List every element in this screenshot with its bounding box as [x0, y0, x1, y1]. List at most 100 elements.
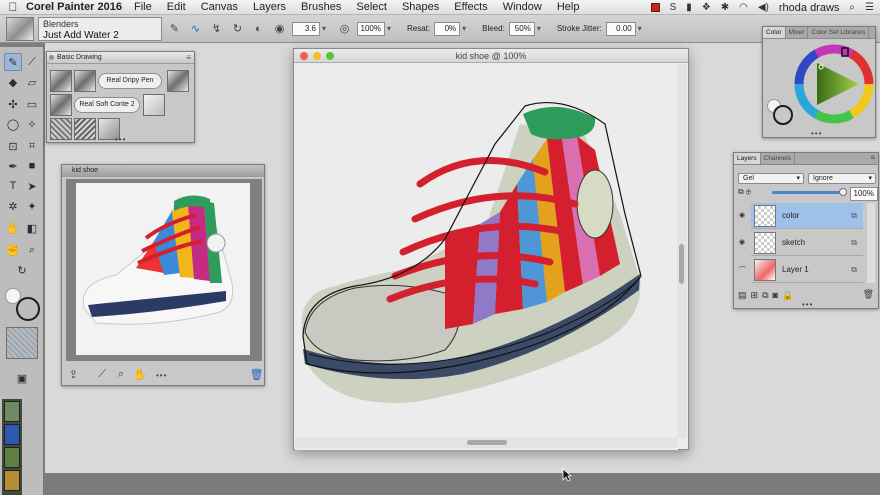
dab-preview-icon[interactable]: ◐ [250, 20, 267, 37]
eye-icon[interactable]: ◉ [739, 238, 745, 246]
app-menu[interactable]: Corel Painter 2016 [26, 1, 122, 13]
horizontal-scroll-thumb[interactable] [467, 440, 507, 445]
rectangular-selection-tool-icon[interactable]: ▭ [23, 95, 41, 113]
rectangle-shape-tool-icon[interactable]: ■ [23, 157, 41, 175]
palette-grip-icon[interactable]: ••• [115, 135, 126, 144]
reference-zoom-icon[interactable]: ⌕ [114, 366, 129, 383]
eye-icon[interactable]: ◉ [739, 211, 745, 219]
media-thumb-1[interactable] [4, 401, 20, 422]
resat-field[interactable]: 0% [434, 21, 461, 36]
layer-mask-icon[interactable]: ◙ [773, 290, 782, 300]
brush-thumb-4[interactable] [50, 94, 72, 116]
brush-size-field[interactable]: 3.6 [292, 21, 320, 36]
tab-channels[interactable]: Channels [761, 153, 795, 164]
opacity-slider-toggle[interactable]: ▾ [387, 24, 397, 33]
layer-row-color[interactable]: color ⧉ [751, 203, 863, 229]
layer-row-layer-1[interactable]: Layer 1 ⧉ [751, 257, 863, 283]
brush-thumb-6[interactable] [50, 118, 72, 140]
battery-icon[interactable]: ▮ [686, 2, 692, 13]
new-group-icon[interactable]: ⧉ [762, 290, 772, 300]
pen-tool-icon[interactable]: ✒ [4, 157, 22, 175]
tab-mixer[interactable]: Mixer [786, 27, 809, 38]
brush-thumb-5[interactable] [143, 94, 165, 116]
brush-tracking-icon[interactable]: ✎ [166, 20, 183, 37]
rotate-page-tool-icon[interactable]: ↻ [13, 261, 31, 279]
brush-thumb-2[interactable] [74, 70, 96, 92]
layers-menu-icon[interactable]: ≡ [870, 153, 875, 162]
reference-trash-icon[interactable]: 🗑 [249, 366, 264, 383]
dodge-tool-icon[interactable]: ✋ [4, 219, 22, 237]
magic-wand-tool-icon[interactable]: ✧ [23, 115, 41, 133]
eraser-tool-icon[interactable]: ▱ [23, 73, 41, 91]
window-close-icon[interactable] [300, 52, 308, 60]
menu-shapes[interactable]: Shapes [402, 1, 439, 13]
color-wheel[interactable] [793, 43, 875, 125]
basic-drawing-titlebar[interactable]: Basic Drawing ≡ [47, 52, 194, 64]
document-horizontal-scrollbar[interactable] [295, 438, 678, 448]
rubber-stamp-tool-icon[interactable]: ✦ [23, 197, 41, 215]
media-thumb-2[interactable] [4, 424, 20, 445]
apple-menu-icon[interactable]:  [0, 0, 26, 14]
volume-icon[interactable]: ◀) [758, 2, 769, 13]
opacity-slider-knob[interactable] [839, 188, 847, 196]
brush-thumb-7[interactable] [74, 118, 96, 140]
s-status-icon[interactable]: S [670, 2, 677, 13]
tab-color[interactable]: Color [763, 27, 786, 38]
menu-brushes[interactable]: Brushes [301, 1, 341, 13]
lock-layer-icon[interactable]: 🔒 [782, 290, 797, 300]
tab-layers[interactable]: Layers [734, 153, 761, 164]
reference-dropper-icon[interactable]: ⟋ [95, 366, 110, 383]
layers-grip-icon[interactable]: ••• [802, 300, 813, 309]
eye-hidden-icon[interactable]: ⌒ [739, 265, 746, 275]
reset-tool-icon[interactable]: ↻ [229, 20, 246, 37]
window-zoom-icon[interactable] [326, 52, 334, 60]
straight-line-icon[interactable]: ↯ [208, 20, 225, 37]
brush-selector[interactable]: Blenders Just Add Water 2 [38, 16, 162, 41]
menu-select[interactable]: Select [356, 1, 387, 13]
drawing-canvas[interactable] [295, 64, 678, 450]
bleed-slider-toggle[interactable]: ▾ [537, 24, 547, 33]
reference-image[interactable] [76, 183, 250, 355]
wifi-icon[interactable]: ◠ [739, 2, 748, 13]
palette-close-icon[interactable] [49, 55, 54, 60]
main-color-swatch[interactable] [773, 105, 793, 125]
clone-tool-icon[interactable]: ✲ [4, 197, 22, 215]
burn-tool-icon[interactable]: ◧ [23, 219, 41, 237]
bleed-field[interactable]: 50% [508, 21, 535, 36]
media-thumb-4[interactable] [4, 470, 20, 491]
open-reference-icon[interactable]: ⇪ [66, 366, 81, 383]
crop-tool-icon[interactable]: ⌗ [23, 137, 41, 155]
color-panel-grip-icon[interactable]: ••• [811, 129, 822, 138]
real-dripy-pen-button[interactable]: Real Dripy Pen [98, 73, 162, 89]
menu-canvas[interactable]: Canvas [201, 1, 238, 13]
palette-menu-icon[interactable]: ≡ [186, 52, 191, 63]
brush-thumb-3[interactable] [167, 70, 189, 92]
layer-options-icon[interactable]: ⧉ ⊕ [738, 187, 751, 197]
layers-scrollbar[interactable] [867, 203, 875, 283]
resat-slider-toggle[interactable]: ▾ [462, 24, 472, 33]
user-name[interactable]: rhoda draws [779, 2, 840, 14]
spotlight-search-icon[interactable]: ⌕ [849, 2, 855, 13]
layer-opacity-field[interactable]: 100% [850, 187, 878, 201]
stroke-jitter-slider-toggle[interactable]: ▾ [638, 24, 648, 33]
dropbox-icon[interactable]: ❖ [702, 2, 711, 13]
opacity-field[interactable]: 100% [357, 21, 385, 36]
freehand-stroke-icon[interactable]: ∿ [187, 20, 204, 37]
media-thumb-3[interactable] [4, 447, 20, 468]
screen-mode-icon[interactable]: ▣ [13, 369, 31, 387]
reference-grab-icon[interactable]: ✋ [132, 366, 147, 383]
layer-commands-icon[interactable]: ▤ [738, 290, 751, 300]
tab-color-set-libraries[interactable]: Color Set Libraries [808, 27, 870, 38]
bluetooth-icon[interactable]: ✱ [721, 2, 729, 13]
magnifier-tool-icon[interactable]: ⌕ [23, 241, 41, 259]
lasso-tool-icon[interactable]: ◯ [4, 115, 22, 133]
shape-selection-tool-icon[interactable]: ➤ [23, 177, 41, 195]
record-status-icon[interactable] [650, 3, 660, 12]
notification-list-icon[interactable]: ☰ [865, 2, 874, 13]
paint-bucket-tool-icon[interactable]: ◆ [4, 73, 22, 91]
vertical-scroll-thumb[interactable] [679, 244, 684, 284]
main-color-well[interactable] [16, 297, 40, 321]
document-titlebar[interactable]: kid shoe @ 100% [294, 49, 688, 63]
reference-titlebar[interactable]: kid shoe [62, 165, 264, 177]
size-slider-toggle[interactable]: ▾ [322, 24, 332, 33]
